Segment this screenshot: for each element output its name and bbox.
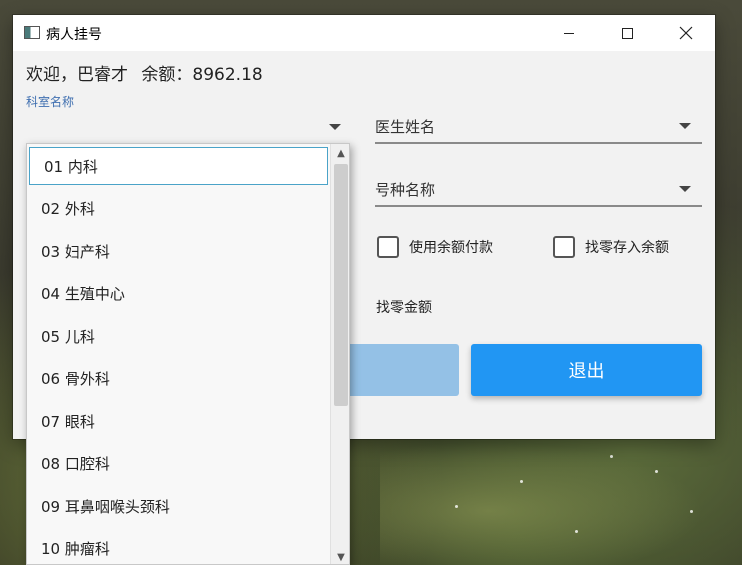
minimize-icon xyxy=(564,32,574,34)
dept-option[interactable]: 01 内科 xyxy=(29,147,328,185)
dept-label: 科室名称 xyxy=(26,95,75,109)
dept-option[interactable]: 05 儿科 xyxy=(27,317,329,355)
dept-select[interactable] xyxy=(26,115,354,143)
use-balance-option[interactable]: 使用余额付款 xyxy=(377,236,493,258)
welcome-line: 欢迎，巴睿才 余额：8962.18 xyxy=(26,60,271,85)
dept-option[interactable]: 03 妇产科 xyxy=(27,232,329,270)
dept-option[interactable]: 10 肿瘤科 xyxy=(27,530,329,565)
close-button[interactable] xyxy=(657,15,715,51)
dept-option[interactable]: 09 耳鼻咽喉头颈科 xyxy=(27,487,329,525)
app-icon xyxy=(24,26,40,39)
welcome-greeting: 欢迎，巴睿才 xyxy=(26,65,128,85)
save-change-checkbox[interactable] xyxy=(553,236,575,258)
confirm-button[interactable] xyxy=(333,344,459,396)
dept-option[interactable]: 06 骨外科 xyxy=(27,360,329,398)
scroll-up-icon[interactable]: ▲ xyxy=(331,144,349,162)
change-amount-label: 找零金额 xyxy=(376,300,432,316)
minimize-button[interactable] xyxy=(540,15,598,51)
title-bar[interactable]: 病人挂号 xyxy=(13,15,715,51)
dept-option[interactable]: 04 生殖中心 xyxy=(27,275,329,313)
chevron-down-icon xyxy=(679,186,691,192)
chevron-down-icon xyxy=(679,123,691,129)
background-speck xyxy=(655,470,658,473)
scroll-down-icon[interactable]: ▼ xyxy=(331,548,349,564)
dept-option[interactable]: 02 外科 xyxy=(27,190,329,228)
maximize-icon xyxy=(621,27,633,39)
exit-button[interactable]: 退出 xyxy=(471,344,702,396)
type-placeholder: 号种名称 xyxy=(375,181,436,199)
dept-dropdown-list[interactable]: 01 内科 02 外科 03 妇产科 04 生殖中心 05 儿科 06 骨外科 07 眼科 0… xyxy=(26,143,350,565)
save-change-option[interactable]: 找零存入余额 xyxy=(553,236,669,258)
dept-option[interactable]: 08 口腔科 xyxy=(27,445,329,483)
use-balance-checkbox[interactable] xyxy=(377,236,399,258)
window-title: 病人挂号 xyxy=(46,27,102,43)
scroll-thumb[interactable] xyxy=(334,164,348,406)
doctor-placeholder: 医生姓名 xyxy=(375,118,436,136)
background-speck xyxy=(455,505,458,508)
background-speck xyxy=(575,530,578,533)
use-balance-label: 使用余额付款 xyxy=(409,240,493,256)
dept-option[interactable]: 07 眼科 xyxy=(27,402,329,440)
dropdown-scrollbar[interactable]: ▲ ▼ xyxy=(330,144,349,564)
background-speck xyxy=(690,510,693,513)
save-change-label: 找零存入余额 xyxy=(585,240,669,256)
background-speck xyxy=(610,455,613,458)
balance-text: 余额：8962.18 xyxy=(141,65,263,85)
background-speck xyxy=(520,480,523,483)
doctor-select[interactable]: 医生姓名 xyxy=(375,112,702,144)
close-icon xyxy=(679,26,693,40)
maximize-button[interactable] xyxy=(598,15,656,51)
type-select[interactable]: 号种名称 xyxy=(375,175,702,207)
background-glow xyxy=(380,430,740,565)
chevron-down-icon xyxy=(329,124,341,130)
